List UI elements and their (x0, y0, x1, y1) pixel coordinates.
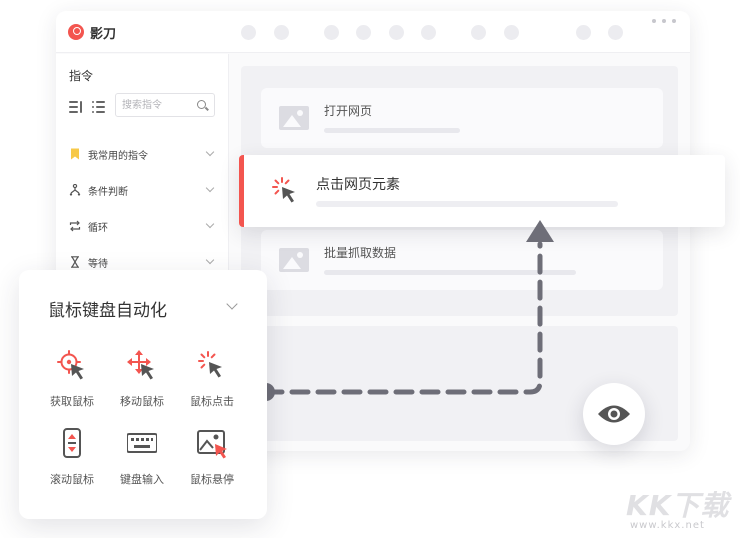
flow-step-label: 批量抓取数据 (324, 246, 397, 260)
active-accent-bar (239, 155, 244, 227)
flow-step-click-element[interactable]: 点击网页元素 (239, 155, 725, 227)
loop-icon (69, 220, 81, 232)
tool-get-mouse[interactable]: 获取鼠标 (40, 350, 104, 412)
tool-scroll-mouse[interactable]: 滚动鼠标 (40, 428, 104, 490)
stage: 影刀 指令 搜索指令 我常用的指令 条件判断 循环 等待 打开网页 批量抓取数据… (0, 0, 740, 538)
step-placeholder-bar (324, 270, 576, 275)
sidebar-item-label: 循环 (88, 223, 108, 234)
panel-title: 鼠标键盘自动化 (48, 301, 167, 321)
chevron-down-icon (205, 147, 215, 157)
step-placeholder-bar (316, 201, 618, 207)
click-cursor-icon (272, 177, 295, 203)
tool-label: 鼠标点击 (190, 395, 234, 408)
title-bar: 影刀 (56, 11, 690, 53)
more-menu-icon[interactable] (672, 19, 676, 23)
flow-step-batch-scrape[interactable]: 批量抓取数据 (261, 230, 663, 290)
image-icon (279, 106, 309, 130)
step-placeholder-bar (324, 128, 460, 133)
tab-placeholder[interactable] (608, 25, 623, 40)
click-cursor-icon (198, 351, 222, 378)
chevron-down-icon (205, 219, 215, 229)
eye-icon (598, 405, 630, 423)
chevron-down-icon (205, 183, 215, 193)
chevron-down-icon (205, 255, 215, 265)
app-name: 影刀 (90, 27, 117, 42)
sort-icon[interactable] (69, 101, 83, 113)
scroll-mouse-icon (63, 428, 81, 458)
watermark-logo: KK下载 (626, 489, 730, 522)
tool-label: 鼠标悬停 (190, 473, 234, 486)
tab-placeholder[interactable] (241, 25, 256, 40)
more-menu-icon[interactable] (662, 19, 666, 23)
list-view-icon[interactable] (92, 101, 106, 113)
tool-label: 键盘输入 (120, 473, 164, 486)
tool-mouse-click[interactable]: 鼠标点击 (180, 350, 244, 412)
sidebar-item-label: 条件判断 (88, 187, 128, 198)
watermark-url: www.kkx.net (630, 520, 705, 531)
watermark: KK下载 www.kkx.net (626, 484, 738, 534)
sidebar-item-label: 等待 (88, 259, 108, 270)
chevron-down-icon[interactable] (226, 298, 238, 310)
tool-move-mouse[interactable]: 移动鼠标 (110, 350, 174, 412)
sidebar-item-label: 我常用的指令 (88, 151, 148, 162)
search-input[interactable] (122, 97, 192, 113)
preview-button[interactable] (583, 383, 645, 445)
hover-image-icon (197, 430, 227, 459)
image-icon (279, 248, 309, 272)
search-icon[interactable] (197, 100, 206, 109)
tool-label: 移动鼠标 (120, 395, 164, 408)
tab-placeholder[interactable] (504, 25, 519, 40)
tool-keyboard-input[interactable]: 键盘输入 (110, 428, 174, 490)
hourglass-icon (71, 256, 79, 268)
app-logo-icon (68, 24, 84, 40)
tool-mouse-hover[interactable]: 鼠标悬停 (180, 428, 244, 490)
flow-step-label: 打开网页 (324, 104, 373, 118)
tab-placeholder[interactable] (471, 25, 486, 40)
keyboard-icon (127, 433, 157, 453)
flow-step-open-page[interactable]: 打开网页 (261, 88, 663, 148)
sidebar-title: 指令 (69, 69, 94, 83)
tab-placeholder[interactable] (274, 25, 289, 40)
tab-placeholder[interactable] (389, 25, 404, 40)
branch-icon (69, 184, 81, 196)
more-menu-icon[interactable] (652, 19, 656, 23)
tab-placeholder[interactable] (324, 25, 339, 40)
automation-panel: 鼠标键盘自动化 获取鼠标 移动鼠标 鼠标点击 滚动鼠标 键盘输入 鼠标悬停 (19, 270, 267, 519)
sidebar-item-loop[interactable]: 循环 (56, 212, 229, 242)
sidebar-item-condition[interactable]: 条件判断 (56, 176, 229, 206)
tab-placeholder[interactable] (421, 25, 436, 40)
search-box (115, 93, 215, 117)
tool-label: 获取鼠标 (50, 395, 94, 408)
sidebar-item-favorites[interactable]: 我常用的指令 (56, 140, 229, 170)
tool-label: 滚动鼠标 (50, 473, 94, 486)
bookmark-icon (71, 148, 79, 160)
crosshair-cursor-icon (57, 350, 84, 380)
move-cursor-icon (127, 350, 154, 380)
flow-step-label: 点击网页元素 (316, 177, 400, 193)
tab-placeholder[interactable] (356, 25, 371, 40)
tab-placeholder[interactable] (576, 25, 591, 40)
